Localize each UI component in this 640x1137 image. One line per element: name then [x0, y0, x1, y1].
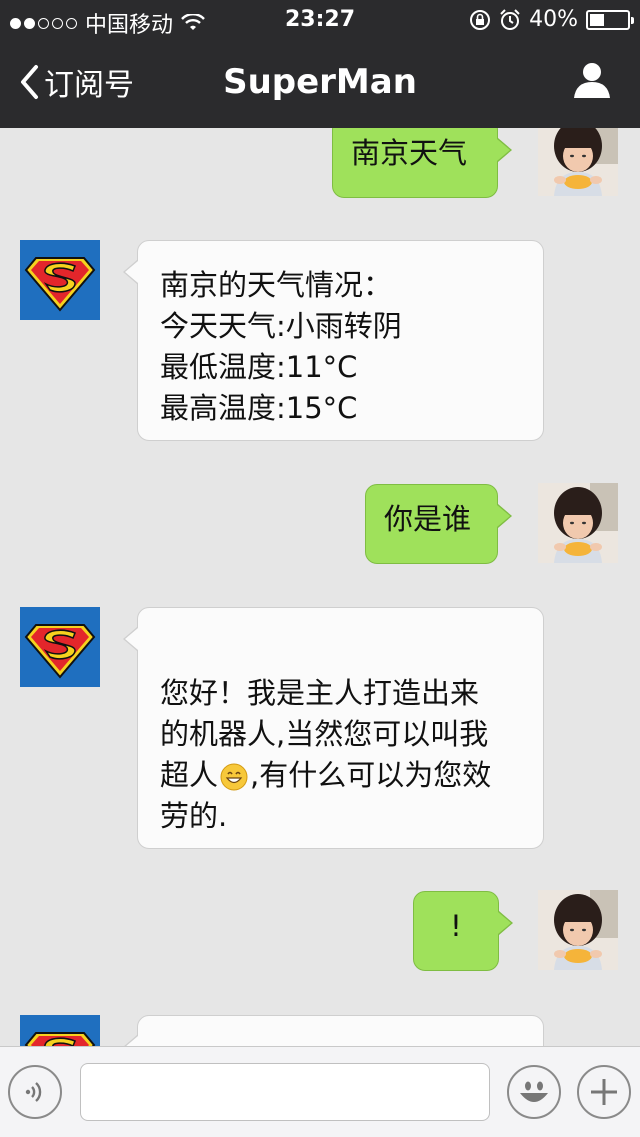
battery-icon: [586, 9, 634, 30]
message-bubble[interactable]: 南京天气: [332, 118, 512, 198]
message-text: 南京的天气情况：: [160, 268, 393, 302]
voice-icon: [25, 1082, 42, 1102]
message-text-with-emoji: 超人 ,有什么可以为您效: [160, 755, 521, 796]
message-text: 劳的.: [160, 799, 228, 833]
person-icon: [574, 63, 610, 98]
superman-avatar[interactable]: [20, 607, 100, 687]
battery-percent: 40%: [529, 7, 578, 32]
grinning-emoji-icon: [220, 763, 248, 791]
message-text: ​: [160, 632, 521, 673]
user-avatar[interactable]: [538, 890, 618, 970]
message-bubble[interactable]: !: [413, 891, 513, 971]
navigation-bar: 订阅号 SuperMan: [0, 40, 640, 128]
status-bar: 中国移动 23:27 40%: [0, 0, 640, 40]
message-input[interactable]: [80, 1063, 490, 1121]
message-text: 最高温度:15°C: [160, 391, 358, 425]
message-bubble[interactable]: 南京的天气情况： 今天天气:小雨转阴 最低温度:11°C 最高温度:15°C: [123, 240, 544, 441]
plus-icon: [591, 1079, 617, 1105]
emoji-button[interactable]: [507, 1065, 561, 1119]
message-bubble[interactable]: 你是谁: [365, 484, 512, 564]
user-avatar[interactable]: [538, 116, 618, 196]
message-text: 最低温度:11°C: [160, 350, 358, 384]
input-bar: [0, 1046, 640, 1137]
contact-info-button[interactable]: [572, 60, 612, 104]
message-text: 南京天气: [351, 136, 468, 170]
smiley-icon: [520, 1081, 548, 1102]
message-text: ,有什么可以为您效: [250, 758, 492, 792]
page-title: SuperMan: [223, 62, 417, 102]
rotation-lock-icon: [470, 9, 491, 30]
superman-avatar[interactable]: [20, 240, 100, 320]
message-text: 今天天气:小雨转阴: [160, 309, 402, 343]
message-text: 你是谁: [384, 502, 472, 536]
message-bubble[interactable]: ​ 您好！我是主人打造出来 的机器人,当然您可以叫我 超人 ,有什么可以为您效 …: [123, 607, 544, 849]
battery-fill: [590, 13, 604, 26]
user-avatar[interactable]: [538, 483, 618, 563]
message-text: 超人: [160, 758, 219, 792]
message-text: !: [450, 909, 462, 943]
message-text: 的机器人,当然您可以叫我: [160, 717, 489, 751]
message-text: 您好！我是主人打造出来: [160, 676, 480, 710]
status-right: 40%: [469, 7, 634, 32]
more-button[interactable]: [577, 1065, 631, 1119]
alarm-icon: [500, 8, 520, 30]
voice-button[interactable]: [8, 1065, 62, 1119]
top-bar: 中国移动 23:27 40% 订阅号 SuperMan: [0, 0, 640, 128]
